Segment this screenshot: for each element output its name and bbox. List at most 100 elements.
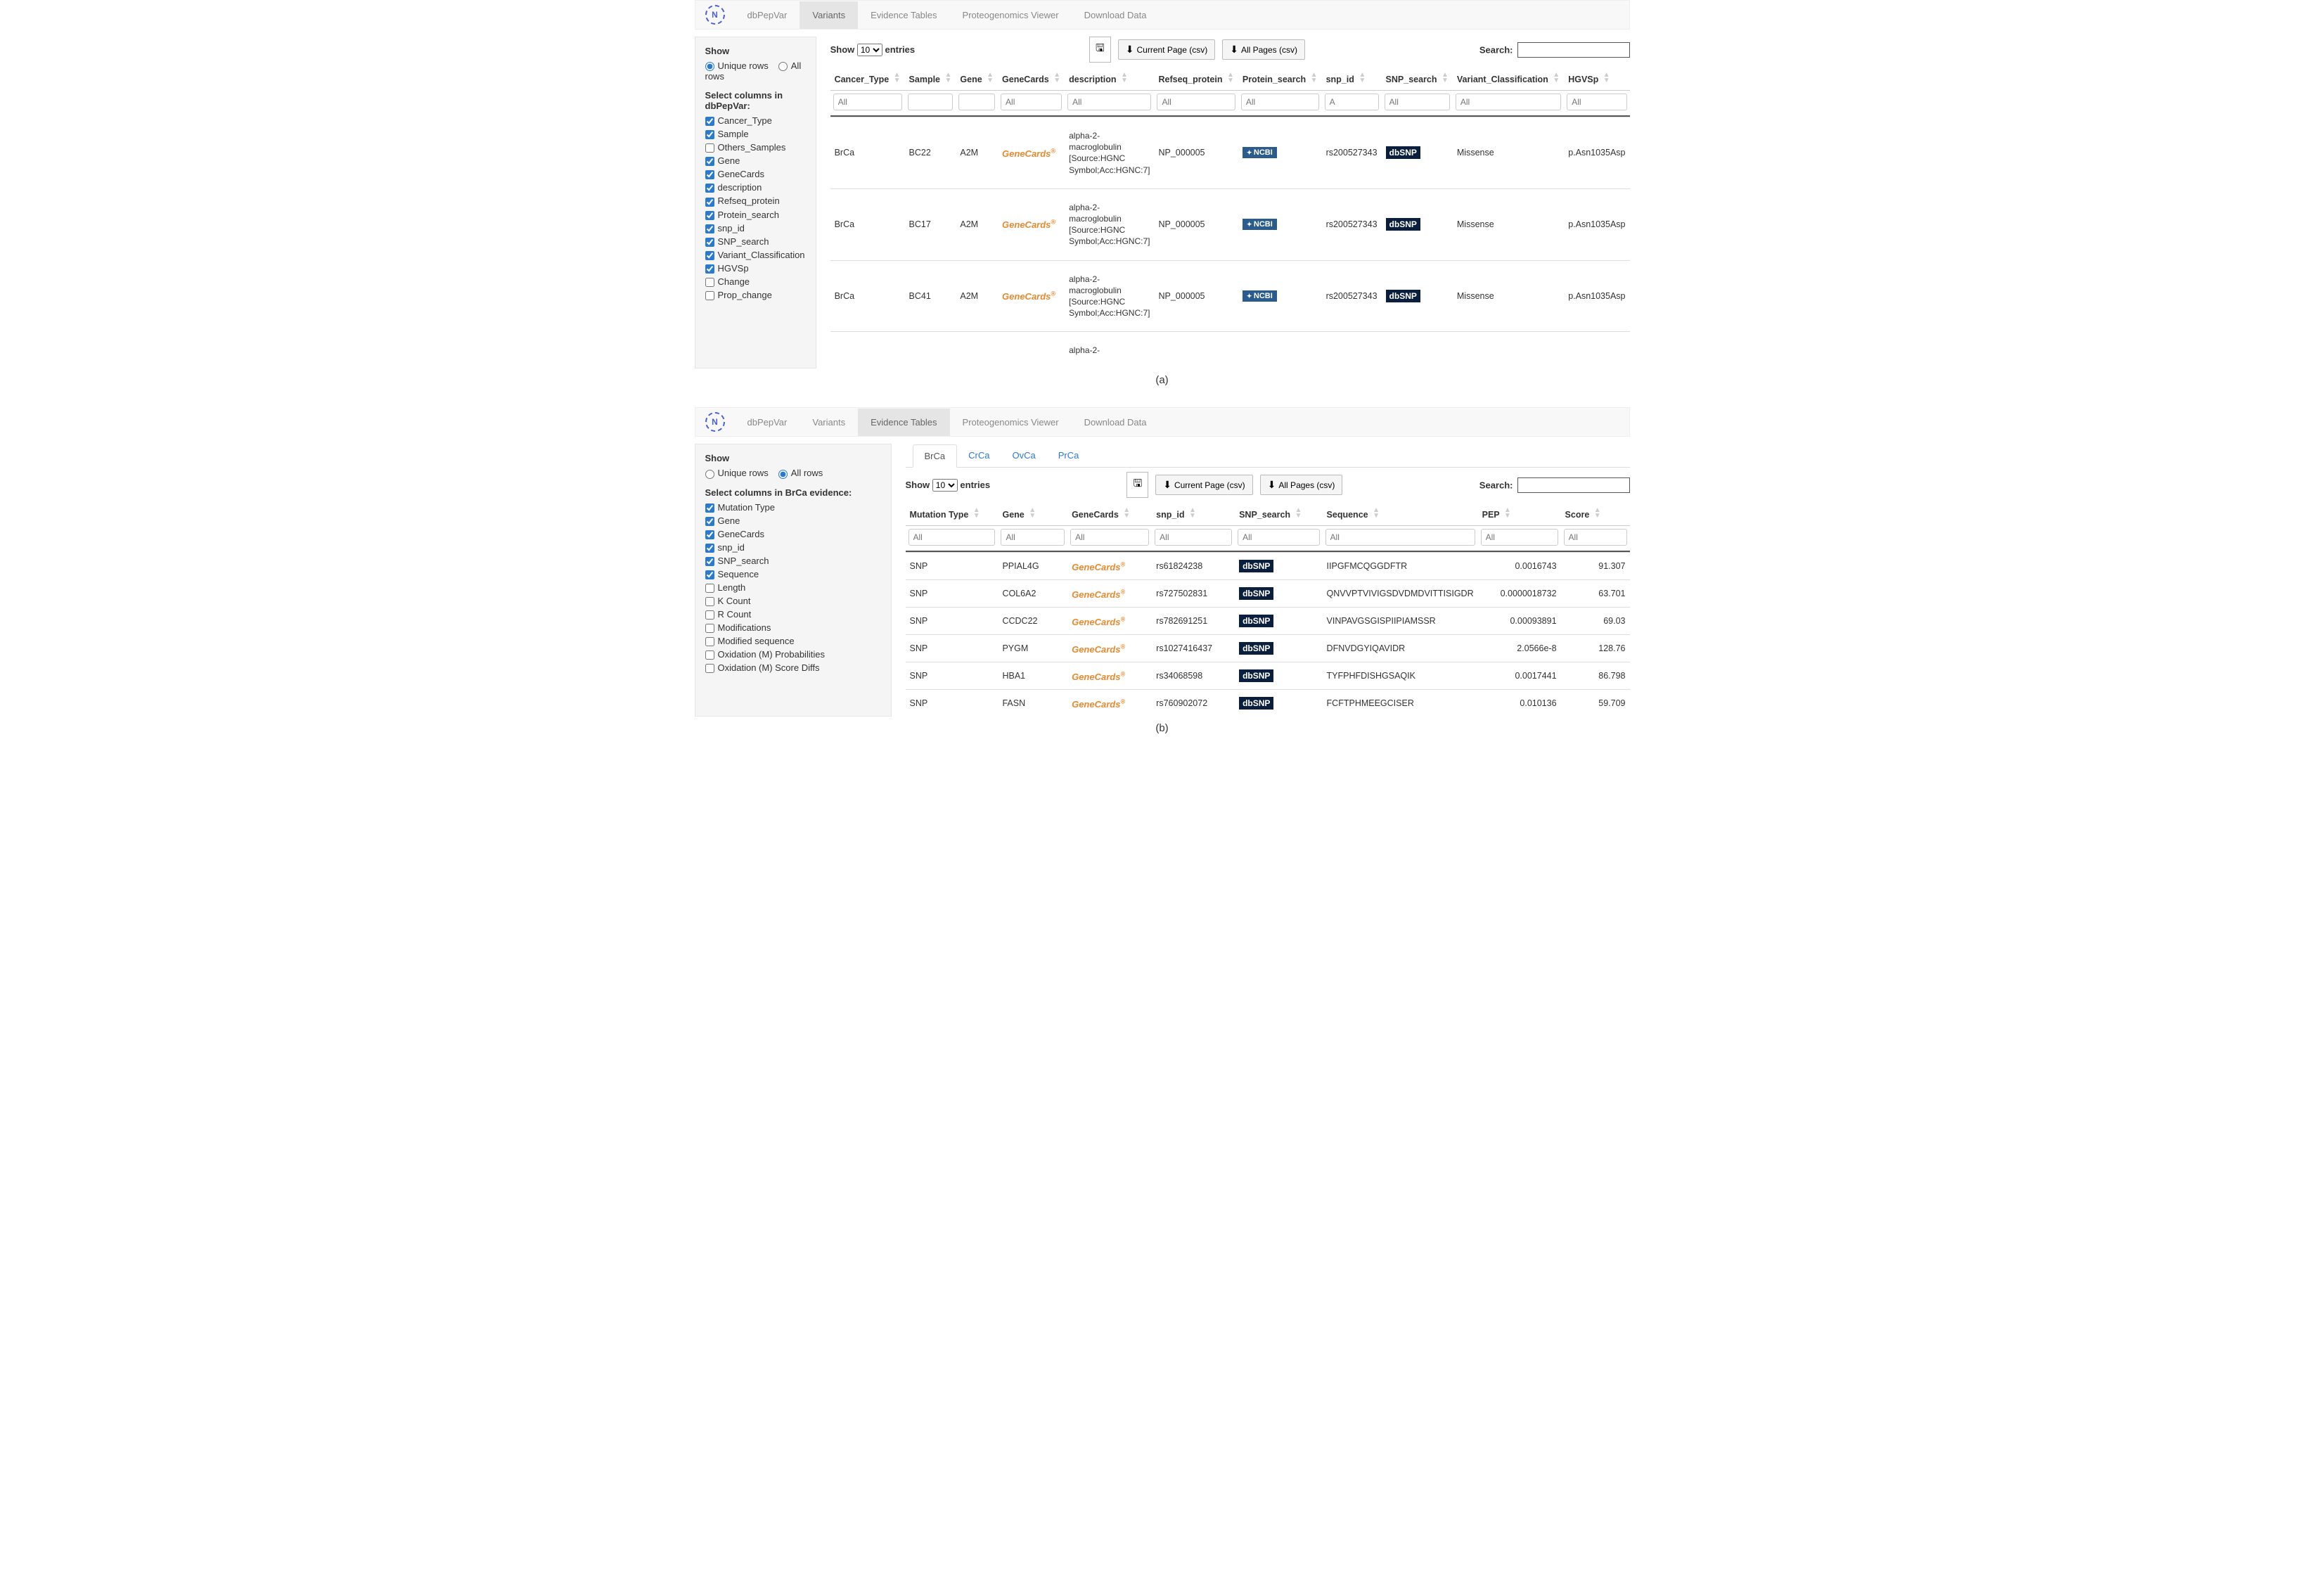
ncbi-badge[interactable]: NCBI	[1243, 147, 1277, 158]
nav-item-dbpepvar[interactable]: dbPepVar	[735, 409, 800, 436]
column-filter-input[interactable]	[1385, 94, 1450, 110]
genecards-badge[interactable]: GeneCards®	[1072, 672, 1125, 682]
column-header[interactable]: HGVSp ▲▼	[1564, 67, 1629, 91]
genecards-badge[interactable]: GeneCards®	[1072, 617, 1125, 627]
column-header[interactable]: Score ▲▼	[1561, 502, 1630, 526]
column-header[interactable]: snp_id ▲▼	[1322, 67, 1382, 91]
radio-unique-rows[interactable]: Unique rows	[705, 468, 769, 478]
column-toggle[interactable]: Change	[705, 276, 806, 287]
column-filter-input[interactable]	[1001, 529, 1065, 546]
column-toggle[interactable]: SNP_search	[705, 556, 881, 566]
column-header[interactable]: Variant_Classification ▲▼	[1453, 67, 1564, 91]
column-filter-input[interactable]	[1155, 529, 1232, 546]
genecards-badge[interactable]: GeneCards®	[1002, 148, 1055, 159]
column-toggle[interactable]: Refseq_protein	[705, 195, 806, 206]
column-filter-input[interactable]	[909, 529, 996, 546]
column-filter-input[interactable]	[1238, 529, 1319, 546]
column-toggle[interactable]: Modifications	[705, 622, 881, 633]
column-filter-input[interactable]	[1567, 94, 1626, 110]
column-filter-input[interactable]	[1001, 94, 1062, 110]
column-header[interactable]: snp_id ▲▼	[1152, 502, 1235, 526]
column-filter-input[interactable]	[1070, 529, 1149, 546]
column-filter-input[interactable]	[1481, 529, 1558, 546]
dbsnp-badge[interactable]: dbSNP	[1386, 218, 1420, 231]
column-filter-input[interactable]	[833, 94, 902, 110]
column-filter-input[interactable]	[1564, 529, 1627, 546]
column-toggle[interactable]: Gene	[705, 515, 881, 526]
genecards-badge[interactable]: GeneCards®	[1002, 219, 1055, 230]
nav-item-download-data[interactable]: Download Data	[1072, 409, 1160, 436]
column-toggle[interactable]: SNP_search	[705, 236, 806, 247]
ncbi-badge[interactable]: NCBI	[1243, 219, 1277, 230]
nav-item-proteogenomics-viewer[interactable]: Proteogenomics Viewer	[950, 1, 1072, 29]
nav-item-evidence-tables[interactable]: Evidence Tables	[858, 409, 949, 436]
column-toggle[interactable]: snp_id	[705, 223, 806, 233]
column-filter-input[interactable]	[1456, 94, 1561, 110]
nav-item-variants[interactable]: Variants	[800, 409, 858, 436]
column-header[interactable]: Gene ▲▼	[956, 67, 998, 91]
column-header[interactable]: Refseq_protein ▲▼	[1154, 67, 1238, 91]
tab-brca[interactable]: BrCa	[913, 444, 958, 468]
column-toggle[interactable]: Others_Samples	[705, 142, 806, 153]
nav-item-variants[interactable]: Variants	[800, 1, 858, 29]
column-header[interactable]: Cancer_Type ▲▼	[830, 67, 905, 91]
column-header[interactable]: Sample ▲▼	[905, 67, 956, 91]
column-toggle[interactable]: K Count	[705, 596, 881, 606]
column-filter-input[interactable]	[1241, 94, 1319, 110]
radio-unique-rows[interactable]: Unique rows	[705, 60, 769, 71]
dbsnp-badge[interactable]: dbSNP	[1386, 290, 1420, 302]
genecards-badge[interactable]: GeneCards®	[1002, 291, 1055, 302]
tab-crca[interactable]: CrCa	[957, 444, 1001, 466]
dbsnp-badge[interactable]: dbSNP	[1239, 615, 1273, 627]
save-button[interactable]: 🖫	[1089, 37, 1111, 63]
genecards-badge[interactable]: GeneCards®	[1072, 589, 1125, 600]
tab-ovca[interactable]: OvCa	[1001, 444, 1046, 466]
dbsnp-badge[interactable]: dbSNP	[1386, 146, 1420, 159]
column-header[interactable]: GeneCards ▲▼	[1067, 502, 1152, 526]
column-toggle[interactable]: Cancer_Type	[705, 115, 806, 126]
column-toggle[interactable]: GeneCards	[705, 529, 881, 539]
radio-all-rows[interactable]: All rows	[778, 468, 823, 478]
search-input[interactable]	[1517, 477, 1630, 493]
column-header[interactable]: GeneCards ▲▼	[998, 67, 1065, 91]
nav-item-proteogenomics-viewer[interactable]: Proteogenomics Viewer	[950, 409, 1072, 436]
current-page-csv-button[interactable]: ⬇Current Page (csv)	[1155, 475, 1252, 495]
column-toggle[interactable]: Mutation Type	[705, 502, 881, 513]
nav-item-dbpepvar[interactable]: dbPepVar	[735, 1, 800, 29]
save-button[interactable]: 🖫	[1126, 472, 1148, 498]
dbsnp-badge[interactable]: dbSNP	[1239, 587, 1273, 600]
column-toggle[interactable]: Oxidation (M) Score Diffs	[705, 662, 881, 673]
entries-select[interactable]: 10	[932, 479, 958, 492]
column-header[interactable]: SNP_search ▲▼	[1235, 502, 1322, 526]
column-header[interactable]: PEP ▲▼	[1478, 502, 1561, 526]
column-filter-input[interactable]	[908, 94, 954, 110]
genecards-badge[interactable]: GeneCards®	[1072, 644, 1125, 655]
column-filter-input[interactable]	[1157, 94, 1235, 110]
entries-select[interactable]: 10	[857, 44, 882, 56]
genecards-badge[interactable]: GeneCards®	[1072, 699, 1125, 710]
dbsnp-badge[interactable]: dbSNP	[1239, 642, 1273, 655]
dbsnp-badge[interactable]: dbSNP	[1239, 669, 1273, 682]
column-toggle[interactable]: R Count	[705, 609, 881, 620]
ncbi-badge[interactable]: NCBI	[1243, 290, 1277, 302]
nav-item-download-data[interactable]: Download Data	[1072, 1, 1160, 29]
column-toggle[interactable]: Sequence	[705, 569, 881, 579]
column-toggle[interactable]: Sample	[705, 129, 806, 139]
column-toggle[interactable]: Gene	[705, 155, 806, 166]
current-page-csv-button[interactable]: ⬇Current Page (csv)	[1118, 39, 1215, 60]
column-header[interactable]: Protein_search ▲▼	[1238, 67, 1322, 91]
dbsnp-badge[interactable]: dbSNP	[1239, 560, 1273, 572]
column-toggle[interactable]: description	[705, 182, 806, 193]
search-input[interactable]	[1517, 42, 1630, 58]
column-toggle[interactable]: HGVSp	[705, 263, 806, 274]
column-toggle[interactable]: Prop_change	[705, 290, 806, 300]
column-filter-input[interactable]	[1067, 94, 1151, 110]
column-header[interactable]: Gene ▲▼	[998, 502, 1067, 526]
tab-prca[interactable]: PrCa	[1047, 444, 1091, 466]
column-toggle[interactable]: Variant_Classification	[705, 250, 806, 260]
all-pages-csv-button[interactable]: ⬇All Pages (csv)	[1260, 475, 1343, 495]
column-toggle[interactable]: snp_id	[705, 542, 881, 553]
column-toggle[interactable]: Length	[705, 582, 881, 593]
column-toggle[interactable]: Oxidation (M) Probabilities	[705, 649, 881, 660]
column-header[interactable]: Sequence ▲▼	[1323, 502, 1478, 526]
